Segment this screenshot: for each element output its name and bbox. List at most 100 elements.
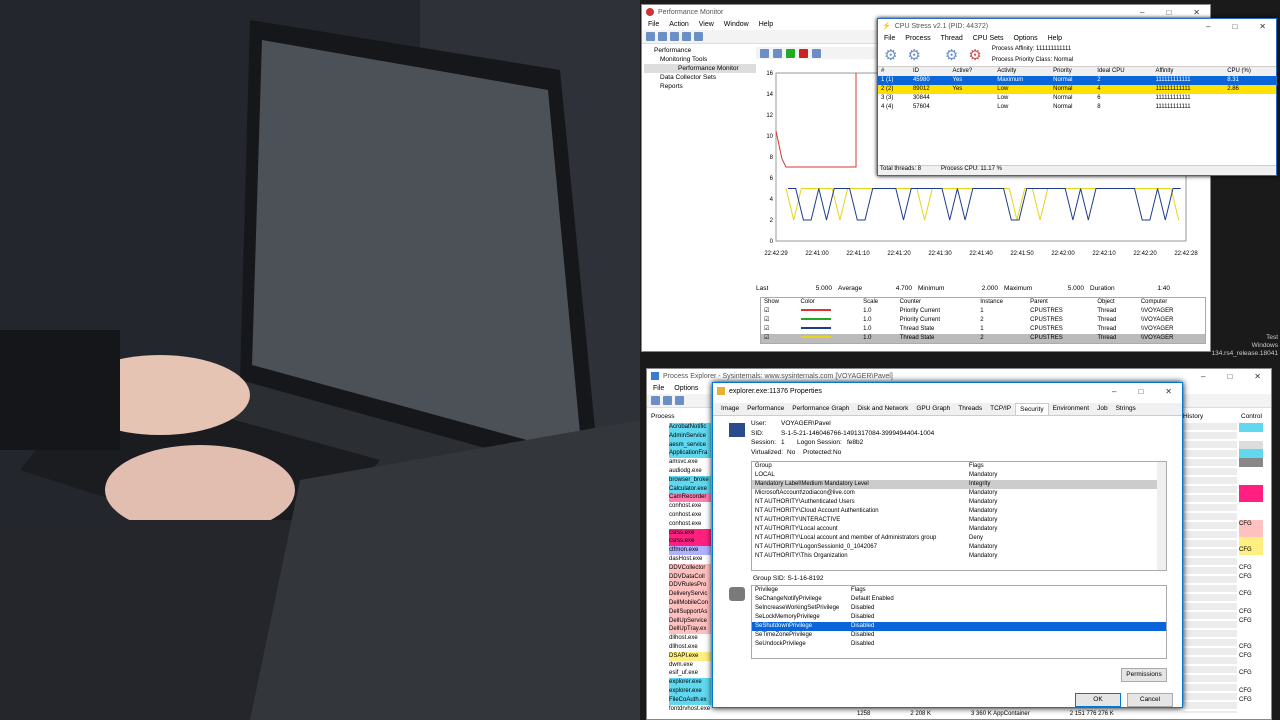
privilege-row[interactable]: SeLockMemoryPrivilege Disabled bbox=[752, 613, 1166, 622]
menu-options[interactable]: Options bbox=[1014, 35, 1038, 42]
legend-header[interactable]: Parent bbox=[1027, 298, 1094, 307]
show-checkbox[interactable]: ☑ bbox=[761, 307, 798, 316]
menu-file[interactable]: File bbox=[648, 21, 659, 28]
tab-threads[interactable]: Threads bbox=[954, 403, 986, 415]
legend-row[interactable]: ☑ 1.0 Thread State 1 CPUSTRES Thread \\VOYAGER bbox=[761, 325, 1205, 334]
menu-thread[interactable]: Thread bbox=[941, 35, 963, 42]
privilege-row[interactable]: SeUndockPrivilege Disabled bbox=[752, 640, 1166, 649]
process-row[interactable]: Calculator.exe bbox=[655, 484, 711, 494]
process-row[interactable]: csrss.exe bbox=[655, 528, 711, 538]
minimize-button[interactable]: – bbox=[1140, 8, 1144, 17]
process-row[interactable]: amsvc.exe bbox=[655, 458, 711, 467]
back-icon[interactable] bbox=[646, 32, 655, 41]
process-row[interactable]: ApplicationFra bbox=[655, 449, 711, 459]
process-row[interactable]: FileCoAuth.ex bbox=[655, 695, 711, 705]
process-row[interactable]: conhost.exe bbox=[655, 510, 711, 520]
legend-row[interactable]: ☑ 1.0 Thread State 2 CPUSTRES Thread \\VOYAGER bbox=[761, 334, 1205, 343]
thread-col-header[interactable]: Activity bbox=[994, 67, 1050, 76]
process-row[interactable]: fontdrvhost.exe bbox=[655, 704, 711, 714]
col-process-header[interactable]: Process bbox=[651, 413, 674, 420]
save-icon[interactable] bbox=[651, 396, 660, 405]
close-button[interactable]: ✕ bbox=[1254, 372, 1261, 381]
process-row[interactable]: DellMobileCon bbox=[655, 598, 711, 608]
process-row[interactable]: dasHost.exe bbox=[655, 554, 711, 564]
thread-col-header[interactable]: # bbox=[878, 67, 910, 76]
legend-row[interactable]: ☑ 1.0 Priority Current 2 CPUSTRES Thread \\VOY… bbox=[761, 316, 1205, 325]
tab-strings[interactable]: Strings bbox=[1112, 403, 1140, 415]
thread-col-header[interactable]: Active? bbox=[950, 67, 995, 76]
add-counter-icon[interactable] bbox=[786, 48, 795, 58]
group-col-header[interactable]: Flags bbox=[966, 462, 1166, 471]
menu-file[interactable]: File bbox=[884, 35, 895, 42]
close-button[interactable]: ✕ bbox=[1259, 22, 1266, 31]
process-row[interactable]: DDVCollector bbox=[655, 563, 711, 573]
show-checkbox[interactable]: ☑ bbox=[761, 334, 798, 343]
process-row[interactable]: aesm_service bbox=[655, 440, 711, 450]
tree-data-collector-sets[interactable]: Data Collector Sets bbox=[644, 73, 756, 82]
tree-performance[interactable]: Performance bbox=[644, 46, 756, 55]
thread-row[interactable]: 1 (1) 45980 Yes Maximum Normal 2 111111111111 8… bbox=[878, 76, 1276, 85]
process-row[interactable]: DellUpTray.ex bbox=[655, 625, 711, 635]
groups-scrollbar[interactable] bbox=[1157, 462, 1166, 570]
maximize-button[interactable]: □ bbox=[1227, 372, 1232, 381]
menu-view[interactable]: View bbox=[699, 21, 714, 28]
process-row[interactable]: AdminService bbox=[655, 431, 711, 441]
process-row[interactable]: explorer.exe bbox=[655, 686, 711, 696]
folder-icon[interactable] bbox=[670, 32, 679, 41]
highlight-icon[interactable] bbox=[812, 48, 821, 58]
thread-col-header[interactable]: Priority bbox=[1050, 67, 1094, 76]
gear-icon[interactable]: ⚙ bbox=[907, 46, 920, 64]
process-row[interactable]: dllhost.exe bbox=[655, 642, 711, 652]
privilege-row[interactable]: SeChangeNotifyPrivilege Default Enabled bbox=[752, 595, 1166, 604]
thread-col-header[interactable]: Ideal CPU bbox=[1094, 67, 1152, 76]
menu-help[interactable]: Help bbox=[1048, 35, 1062, 42]
group-row[interactable]: LOCAL Mandatory bbox=[752, 471, 1166, 480]
show-checkbox[interactable]: ☑ bbox=[761, 316, 798, 325]
gear-icon[interactable]: ⚙ bbox=[945, 46, 958, 64]
tab-disk-and-network[interactable]: Disk and Network bbox=[853, 403, 912, 415]
tab-tcp-ip[interactable]: TCP/IP bbox=[986, 403, 1015, 415]
menu-cpu-sets[interactable]: CPU Sets bbox=[973, 35, 1004, 42]
minimize-button[interactable]: – bbox=[1112, 387, 1116, 396]
legend-header[interactable]: Instance bbox=[977, 298, 1027, 307]
process-row[interactable]: DellSupportAs bbox=[655, 607, 711, 617]
thread-row[interactable]: 3 (3) 30844 Low Normal 6 111111111111 bbox=[878, 94, 1276, 103]
process-row[interactable]: dwm.exe bbox=[655, 660, 711, 670]
col-control-header[interactable]: Control bbox=[1241, 413, 1262, 420]
tree-reports[interactable]: Reports bbox=[644, 82, 756, 91]
privilege-col-header[interactable]: Flags bbox=[848, 586, 1166, 595]
privilege-row[interactable]: SeIncreaseWorkingSetPrivilege Disabled bbox=[752, 604, 1166, 613]
thread-row[interactable]: 4 (4) 57604 Low Normal 8 111111111111 bbox=[878, 103, 1276, 112]
thread-col-header[interactable]: ID bbox=[910, 67, 950, 76]
menu-window[interactable]: Window bbox=[724, 21, 749, 28]
process-row[interactable]: conhost.exe bbox=[655, 502, 711, 511]
tab-security[interactable]: Security bbox=[1015, 403, 1049, 415]
properties-icon[interactable] bbox=[675, 396, 684, 405]
privilege-col-header[interactable]: Privilege bbox=[752, 586, 848, 595]
cancel-button[interactable]: Cancel bbox=[1127, 693, 1173, 707]
maximize-button[interactable]: □ bbox=[1232, 22, 1237, 31]
process-row[interactable]: explorer.exe bbox=[655, 678, 711, 687]
process-row[interactable]: dllhost.exe bbox=[655, 634, 711, 643]
menu-file[interactable]: File bbox=[653, 385, 664, 392]
legend-header[interactable]: Object bbox=[1094, 298, 1138, 307]
group-row[interactable]: NT AUTHORITY\Authenticated Users Mandator… bbox=[752, 498, 1166, 507]
close-button[interactable]: ✕ bbox=[1165, 387, 1172, 396]
menu-action[interactable]: Action bbox=[669, 21, 688, 28]
process-row[interactable]: csrss.exe bbox=[655, 537, 711, 547]
forward-icon[interactable] bbox=[658, 32, 667, 41]
delete-counter-icon[interactable] bbox=[799, 48, 808, 58]
tab-environment[interactable]: Environment bbox=[1049, 403, 1094, 415]
gear-icon[interactable]: ⚙ bbox=[884, 46, 897, 64]
show-checkbox[interactable]: ☑ bbox=[761, 325, 798, 334]
process-row[interactable]: audiodg.exe bbox=[655, 466, 711, 476]
legend-header[interactable]: Color bbox=[798, 298, 861, 307]
process-row[interactable]: DSAPI.exe bbox=[655, 651, 711, 661]
view-icon[interactable] bbox=[682, 32, 691, 41]
process-row[interactable]: CamRecorder bbox=[655, 493, 711, 503]
process-row[interactable]: ctfmon.exe bbox=[655, 546, 711, 555]
menu-help[interactable]: Help bbox=[759, 21, 773, 28]
group-row[interactable]: NT AUTHORITY\Local account Mandatory bbox=[752, 525, 1166, 534]
legend-header[interactable]: Computer bbox=[1138, 298, 1205, 307]
group-row[interactable]: NT AUTHORITY\Cloud Account Authenticatio… bbox=[752, 507, 1166, 516]
